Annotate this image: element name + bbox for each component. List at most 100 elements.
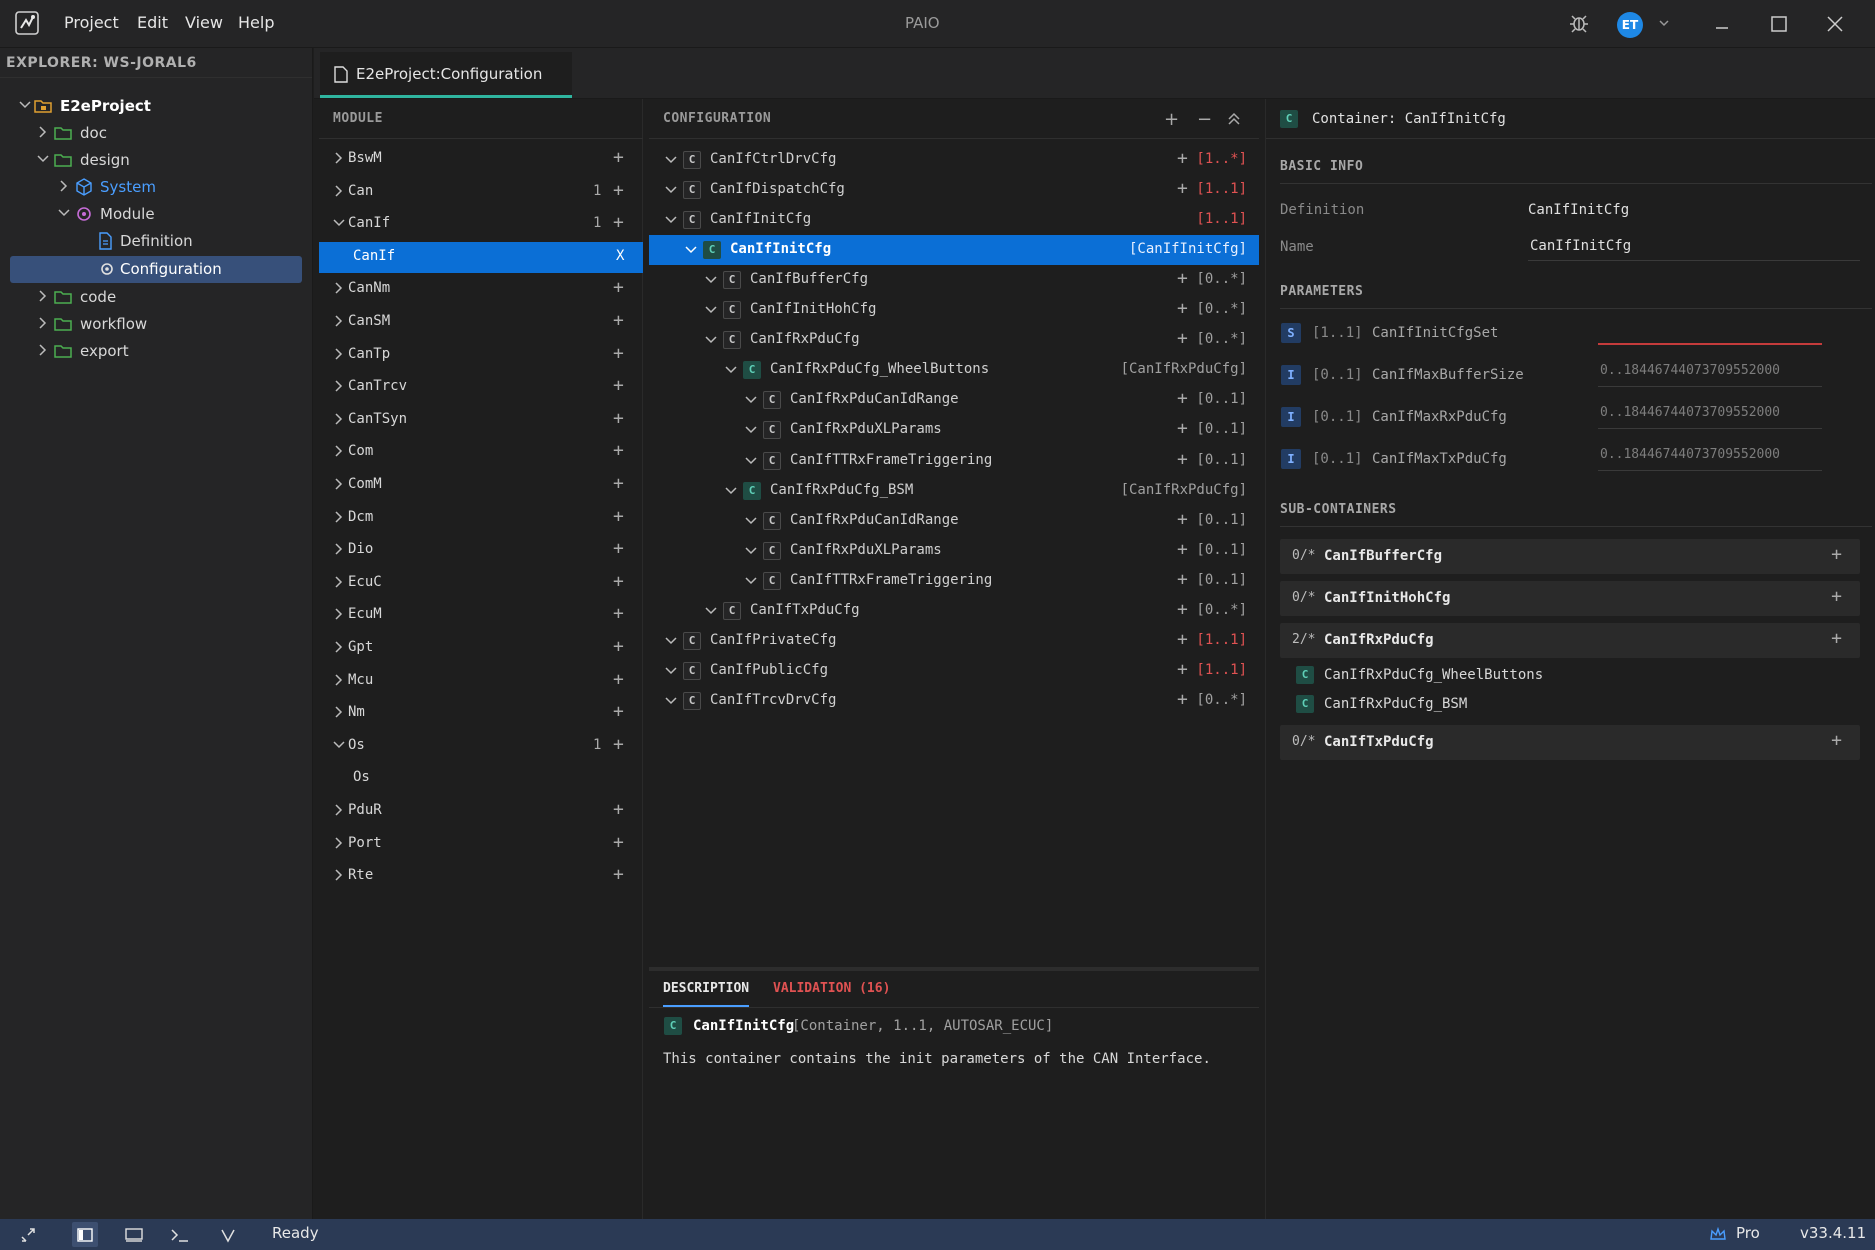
add-module-button[interactable]: + (613, 375, 624, 396)
close-window-icon[interactable] (1826, 15, 1844, 33)
chevron-right-icon[interactable] (333, 315, 345, 327)
tree-item-doc[interactable]: doc (0, 120, 313, 147)
menu-view[interactable]: View (185, 13, 223, 32)
chevron-right-icon[interactable] (333, 152, 345, 164)
chevron-down-icon[interactable] (1658, 18, 1670, 28)
chevron-right-icon[interactable] (36, 125, 50, 139)
config-item-canifrxpducanidrange[interactable]: C CanIfRxPduCanIdRange + [0..1] (649, 506, 1259, 536)
config-item-canifctrldrvcfg[interactable]: C CanIfCtrlDrvCfg + [1..*] (649, 145, 1259, 175)
chevron-down-icon[interactable] (705, 334, 717, 346)
chevron-right-icon[interactable] (333, 543, 345, 555)
add-container-button[interactable]: + (1164, 109, 1179, 130)
chevron-right-icon[interactable] (36, 289, 50, 303)
add-module-button[interactable]: + (613, 473, 624, 494)
validate-check-icon[interactable] (220, 1227, 236, 1243)
chevron-down-icon[interactable] (705, 605, 717, 617)
tree-item-export[interactable]: export (0, 338, 313, 365)
module-item-mcu[interactable]: Mcu + (319, 666, 643, 697)
chevron-down-icon[interactable] (685, 244, 697, 256)
chevron-right-icon[interactable] (57, 179, 71, 193)
chevron-right-icon[interactable] (333, 641, 345, 653)
config-item-caniftxpducfg[interactable]: C CanIfTxPduCfg + [0..*] (649, 596, 1259, 626)
add-module-button[interactable]: + (613, 343, 624, 364)
subcontainer-canifrxpducfg[interactable]: 2/* CanIfRxPduCfg + (1280, 623, 1860, 658)
add-subcontainer-button[interactable]: + (1831, 544, 1842, 565)
add-child-button[interactable]: + (1177, 148, 1188, 169)
bug-icon[interactable] (1568, 12, 1590, 34)
add-module-button[interactable]: + (613, 147, 624, 168)
config-item-canifttrxframetriggering[interactable]: C CanIfTTRxFrameTriggering + [0..1] (649, 446, 1259, 476)
tree-item-module[interactable]: Module (0, 201, 313, 228)
add-child-button[interactable]: + (1177, 539, 1188, 560)
add-subcontainer-button[interactable]: + (1831, 628, 1842, 649)
add-module-button[interactable]: + (613, 408, 624, 429)
subcontainer-child-bsm[interactable]: C CanIfRxPduCfg_BSM (1296, 692, 1846, 718)
chevron-down-icon[interactable] (705, 274, 717, 286)
parameter-value-input[interactable]: 0..18446744073709552000 (1598, 441, 1822, 471)
tree-item-configuration[interactable]: Configuration (10, 256, 302, 283)
toggle-sidebar-icon[interactable] (77, 1227, 93, 1243)
module-item-os[interactable]: Os (319, 763, 643, 794)
remote-connection-icon[interactable] (20, 1227, 36, 1243)
tab-description[interactable]: DESCRIPTION (663, 971, 750, 1007)
module-item-os[interactable]: Os 1 + (319, 731, 643, 762)
module-item-rte[interactable]: Rte + (319, 861, 643, 892)
toggle-panel-icon[interactable] (125, 1227, 143, 1243)
menu-help[interactable]: Help (238, 13, 274, 32)
config-item-canifrxpducfg-wheelbuttons[interactable]: C CanIfRxPduCfg_WheelButtons [CanIfRxPduCf… (649, 355, 1259, 385)
chevron-right-icon[interactable] (36, 343, 50, 357)
add-module-button[interactable]: + (613, 734, 624, 755)
module-item-gpt[interactable]: Gpt + (319, 633, 643, 664)
chevron-right-icon[interactable] (333, 869, 345, 881)
module-item-ecuc[interactable]: EcuC + (319, 568, 643, 599)
chevron-down-icon[interactable] (725, 485, 737, 497)
config-item-canifinithohcfg[interactable]: C CanIfInitHohCfg + [0..*] (649, 295, 1259, 325)
add-module-button[interactable]: + (613, 636, 624, 657)
module-item-dio[interactable]: Dio + (319, 535, 643, 566)
tab-validation[interactable]: VALIDATION (16) (773, 971, 890, 1007)
parameter-value-input[interactable]: 0..18446744073709552000 (1598, 357, 1822, 387)
module-item-cantrcv[interactable]: CanTrcv + (319, 372, 643, 403)
chevron-right-icon[interactable] (333, 576, 345, 588)
chevron-right-icon[interactable] (333, 511, 345, 523)
add-module-button[interactable]: + (613, 701, 624, 722)
subcontainer-caniftxpducfg[interactable]: 0/* CanIfTxPduCfg + (1280, 725, 1860, 760)
chevron-right-icon[interactable] (333, 706, 345, 718)
chevron-right-icon[interactable] (333, 413, 345, 425)
module-item-canif[interactable]: CanIf 1 + (319, 209, 643, 240)
add-child-button[interactable]: + (1177, 659, 1188, 680)
module-item-can[interactable]: Can 1 + (319, 177, 643, 208)
add-module-button[interactable]: + (613, 864, 624, 885)
module-item-cannm[interactable]: CanNm + (319, 274, 643, 305)
close-module-button[interactable]: X (616, 248, 624, 264)
module-item-comm[interactable]: ComM + (319, 470, 643, 501)
chevron-down-icon[interactable] (57, 206, 71, 220)
chevron-down-icon[interactable] (745, 575, 757, 587)
chevron-down-icon[interactable] (745, 394, 757, 406)
chevron-right-icon[interactable] (333, 445, 345, 457)
module-item-bswm[interactable]: BswM + (319, 144, 643, 175)
add-module-button[interactable]: + (613, 799, 624, 820)
tree-item-definition[interactable]: Definition (0, 228, 313, 255)
add-child-button[interactable]: + (1177, 569, 1188, 590)
config-item-canifrxpduxlparams[interactable]: C CanIfRxPduXLParams + [0..1] (649, 415, 1259, 445)
chevron-down-icon[interactable] (333, 739, 345, 751)
chevron-down-icon[interactable] (36, 152, 50, 166)
chevron-right-icon[interactable] (333, 185, 345, 197)
subcontainer-canifbuffercfg[interactable]: 0/* CanIfBufferCfg + (1280, 539, 1860, 574)
add-module-button[interactable]: + (613, 506, 624, 527)
chevron-down-icon[interactable] (665, 695, 677, 707)
add-module-button[interactable]: + (613, 832, 624, 853)
add-child-button[interactable]: + (1177, 328, 1188, 349)
add-child-button[interactable]: + (1177, 689, 1188, 710)
chevron-down-icon[interactable] (745, 545, 757, 557)
add-child-button[interactable]: + (1177, 599, 1188, 620)
add-subcontainer-button[interactable]: + (1831, 586, 1842, 607)
terminal-icon[interactable] (170, 1227, 190, 1243)
chevron-right-icon[interactable] (36, 316, 50, 330)
add-child-button[interactable]: + (1177, 449, 1188, 470)
config-item-canifttrxframetriggering[interactable]: C CanIfTTRxFrameTriggering + [0..1] (649, 566, 1259, 596)
add-child-button[interactable]: + (1177, 268, 1188, 289)
config-item-caniftrcvdrvcfg[interactable]: C CanIfTrcvDrvCfg + [0..*] (649, 686, 1259, 716)
tree-item-code[interactable]: code (0, 284, 313, 311)
